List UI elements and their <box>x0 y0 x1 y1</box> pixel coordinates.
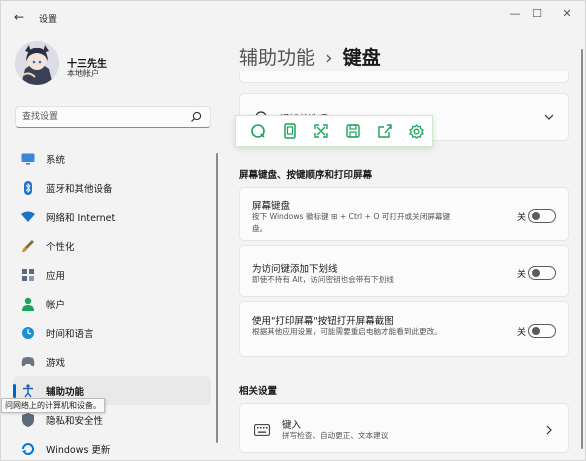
sidebar-nav: 系统 蓝牙和其他设备 网络和 Internet 个性化 应用 帐户 时间和语言 … <box>13 144 211 460</box>
settings-button[interactable] <box>400 115 432 147</box>
brush-icon <box>21 239 35 253</box>
account-type: 本地帐户 <box>67 69 99 78</box>
share-button[interactable] <box>369 115 401 147</box>
search-icon[interactable] <box>190 111 202 123</box>
settings-window: ← 设置 — ☐ ✕ 十三先生 本地帐户 查找设置 系统 蓝牙和其他设备 网络和… <box>0 0 586 461</box>
screenshot-toolbar <box>235 115 433 147</box>
maximize-button[interactable]: ☐ <box>523 4 551 22</box>
toggle-state-label: 关 <box>516 328 526 338</box>
globe-clock-icon <box>21 326 35 340</box>
sidebar-item-label: 蓝牙和其他设备 <box>46 184 113 195</box>
title-bar: ← 设置 — ☐ ✕ <box>1 1 585 31</box>
main-scrollbar[interactable] <box>581 49 583 449</box>
setting-title: 屏幕键盘 <box>252 201 291 212</box>
setting-description: 即使不持有 Alt，访问密钥也会带有下划线 <box>252 275 394 284</box>
print-screen-setting: 使用"打印屏幕"按钮打开屏幕截图 根据其他应用设置，可能需要重启电脑才能看到此更… <box>239 301 569 357</box>
underline-access-keys-toggle[interactable] <box>528 266 556 280</box>
minimize-icon: — <box>509 6 521 20</box>
close-icon: ✕ <box>562 6 572 20</box>
section-title-related: 相关设置 <box>239 386 278 397</box>
save-button[interactable] <box>337 115 369 147</box>
copy-icon <box>283 123 296 139</box>
avatar <box>15 41 59 85</box>
sidebar-item-label: Windows 更新 <box>46 445 111 456</box>
system-monitor-icon <box>21 152 35 166</box>
sidebar-item-bluetooth[interactable]: 蓝牙和其他设备 <box>13 173 211 202</box>
toggle-state-label: 关 <box>516 213 526 223</box>
copy-button[interactable] <box>274 115 306 147</box>
app-title: 设置 <box>39 15 58 25</box>
tooltip: 问网络上的计算机和设备。 <box>1 398 105 413</box>
shield-icon <box>21 413 35 427</box>
setting-description: 拼写检查、自动更正、文本建议 <box>282 431 389 440</box>
underline-access-keys-setting: 为访问键添加下划线 即使不持有 Alt，访问密钥也会带有下划线 关 <box>239 245 569 297</box>
sidebar-item-gaming[interactable]: 游戏 <box>13 347 211 376</box>
print-screen-toggle[interactable] <box>528 324 556 338</box>
sidebar-item-label: 网络和 Internet <box>46 213 116 224</box>
setting-description: 根据其他应用设置，可能需要重启电脑才能看到此更改。 <box>252 327 442 336</box>
sidebar-item-label: 游戏 <box>46 358 66 369</box>
setting-title: 使用"打印屏幕"按钮打开屏幕截图 <box>252 316 394 327</box>
fullscreen-icon <box>314 124 328 138</box>
sidebar-item-time-language[interactable]: 时间和语言 <box>13 318 211 347</box>
section-title-keyboard: 屏幕键盘、按键顺序和打印屏幕 <box>239 170 373 181</box>
setting-description: 按下 Windows 徽标键 ⊞ + Ctrl + O 可打开或关闭屏幕键盘。 <box>252 212 451 233</box>
sidebar-item-personalization[interactable]: 个性化 <box>13 231 211 260</box>
breadcrumb: 辅助功能 › 键盘 <box>239 43 381 70</box>
search-input[interactable] <box>22 110 182 124</box>
sidebar-item-label: 应用 <box>46 271 66 282</box>
keyboard-icon <box>254 424 270 436</box>
update-icon <box>21 442 35 456</box>
save-icon <box>346 124 360 138</box>
sidebar-item-windows-update[interactable]: Windows 更新 <box>13 434 211 460</box>
sidebar-item-label: 帐户 <box>46 300 66 311</box>
typing-settings-link[interactable]: 键入 拼写检查、自动更正、文本建议 <box>239 403 569 453</box>
active-indicator <box>13 384 16 398</box>
chevron-down-icon <box>544 114 554 120</box>
sidebar-scrollbar[interactable] <box>216 153 218 443</box>
maximize-icon: ☐ <box>532 6 542 20</box>
on-screen-keyboard-toggle[interactable] <box>528 209 556 223</box>
previous-card <box>239 71 569 83</box>
page-title: 键盘 <box>342 47 381 69</box>
gamepad-icon <box>21 355 35 369</box>
sidebar-item-accounts[interactable]: 帐户 <box>13 289 211 318</box>
sidebar-item-label: 系统 <box>46 155 66 166</box>
back-arrow-icon: ← <box>13 10 25 24</box>
sidebar-item-apps[interactable]: 应用 <box>13 260 211 289</box>
bluetooth-icon <box>21 181 35 195</box>
person-icon <box>21 297 35 311</box>
sidebar-item-system[interactable]: 系统 <box>13 144 211 173</box>
fullscreen-button[interactable] <box>305 115 337 147</box>
wifi-icon <box>21 210 35 224</box>
close-button[interactable]: ✕ <box>553 4 581 22</box>
sidebar-item-label: 个性化 <box>46 242 75 253</box>
ocr-button[interactable] <box>242 115 274 147</box>
sidebar-item-label: 隐私和安全性 <box>46 416 104 427</box>
gear-icon <box>408 123 424 139</box>
share-icon <box>377 124 392 138</box>
sidebar-item-label: 时间和语言 <box>46 329 94 340</box>
accessibility-icon <box>21 384 35 398</box>
back-button[interactable]: ← <box>9 7 29 27</box>
setting-title: 为访问键添加下划线 <box>252 264 338 275</box>
setting-title: 键入 <box>282 420 302 431</box>
chevron-right-icon <box>546 425 552 435</box>
ocr-icon <box>251 124 265 138</box>
sidebar-item-network[interactable]: 网络和 Internet <box>13 202 211 231</box>
breadcrumb-separator: › <box>325 47 333 69</box>
sidebar-item-label: 辅助功能 <box>46 387 85 398</box>
search-box[interactable] <box>15 106 211 128</box>
on-screen-keyboard-setting: 屏幕键盘 按下 Windows 徽标键 ⊞ + Ctrl + O 可打开或关闭屏… <box>239 187 569 241</box>
breadcrumb-parent[interactable]: 辅助功能 <box>239 47 315 69</box>
toggle-state-label: 关 <box>516 270 526 280</box>
apps-icon <box>21 268 35 282</box>
